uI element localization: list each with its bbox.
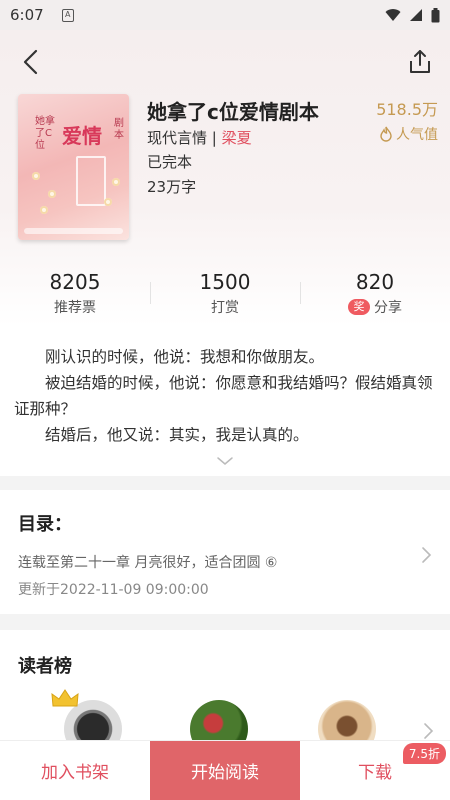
stat-recommend[interactable]: 8205 推荐票 xyxy=(0,270,150,326)
start-reading-button[interactable]: 开始阅读 xyxy=(150,741,300,800)
update-time: 更新于2022-11-09 09:00:00 xyxy=(18,582,209,598)
cover-side-text-2: 剧本 xyxy=(114,118,124,141)
meta-separator: | xyxy=(207,129,222,147)
book-word-count: 23万字 xyxy=(147,178,197,196)
reward-badge: 奖 xyxy=(348,299,370,315)
add-to-shelf-button[interactable]: 加入书架 xyxy=(0,741,150,800)
readers-heading: 读者榜 xyxy=(18,656,72,677)
stat-value: 820 xyxy=(355,270,395,294)
table-of-contents[interactable]: 目录： 连载至第二十一章 月亮很好，适合团圆 ⑥ 更新于2022-11-09 0… xyxy=(0,490,450,614)
book-cover[interactable]: 她拿了C位 爱情 剧本 xyxy=(18,94,129,240)
synopsis-paragraph: 被迫结婚的时候，他说：你愿意和我结婚吗？假结婚真领证那种？ xyxy=(14,374,433,418)
book-category[interactable]: 现代言情 xyxy=(147,129,207,147)
cover-flower xyxy=(32,172,40,180)
popularity-label-row: 人气值 xyxy=(376,124,438,144)
battery-icon xyxy=(431,7,440,22)
latest-chapter[interactable]: 连载至第二十一章 月亮很好，适合团圆 ⑥ xyxy=(18,552,277,572)
status-bar: 6:07 A xyxy=(0,0,450,30)
chevron-right-icon[interactable] xyxy=(420,546,432,564)
expand-chevron-icon[interactable] xyxy=(216,456,234,466)
signal-icon xyxy=(410,9,422,21)
download-label: 下载 xyxy=(358,763,392,783)
wifi-icon xyxy=(385,9,401,21)
synopsis-paragraph: 结婚后，他又说：其实，我是认真的。 xyxy=(45,426,309,444)
book-author[interactable]: 梁夏 xyxy=(222,129,252,147)
cover-flower xyxy=(104,198,112,206)
popularity-label: 人气值 xyxy=(396,127,438,143)
stat-label: 打赏 xyxy=(211,300,239,316)
stat-value: 1500 xyxy=(199,270,251,294)
download-button[interactable]: 下载 7.5折 xyxy=(300,741,450,800)
bottom-action-bar: 加入书架 开始阅读 下载 7.5折 xyxy=(0,740,450,800)
cover-title-text: 爱情 xyxy=(62,124,102,148)
discount-badge: 7.5折 xyxy=(402,743,446,764)
book-header: 她拿了C位 爱情 剧本 她拿了c位爱情剧本 现代言情 | 梁夏 已完本 23万字… xyxy=(0,30,450,326)
cover-flower xyxy=(112,178,120,186)
book-stats: 8205 推荐票 1500 打赏 820 奖 分享 xyxy=(0,270,450,326)
cover-side-text: 她拿了C位 xyxy=(35,116,55,151)
status-icons xyxy=(385,7,440,23)
popularity-block: 518.5万 人气值 xyxy=(376,96,438,144)
cover-footer-strip xyxy=(24,228,123,234)
notification-icon: A xyxy=(61,8,74,22)
crown-icon xyxy=(51,689,79,707)
chevron-right-icon[interactable] xyxy=(422,722,434,740)
cover-flower xyxy=(48,190,56,198)
toc-heading: 目录： xyxy=(18,514,72,535)
book-title: 她拿了c位爱情剧本 xyxy=(147,100,319,124)
stat-value: 8205 xyxy=(49,270,101,294)
book-category-author: 现代言情 | 梁夏 xyxy=(147,127,252,148)
stat-label: 推荐票 xyxy=(54,300,96,316)
flame-icon xyxy=(380,126,392,142)
book-status: 已完本 xyxy=(147,153,193,171)
stat-label: 奖 分享 xyxy=(300,297,450,317)
synopsis-paragraph: 刚认识的时候，他说：我想和你做朋友。 xyxy=(45,348,325,366)
cover-flower xyxy=(40,206,48,214)
stat-share[interactable]: 820 奖 分享 xyxy=(300,270,450,326)
status-time: 6:07 xyxy=(10,6,44,24)
share-icon[interactable] xyxy=(406,48,434,76)
cover-window-illustration xyxy=(76,156,106,206)
popularity-value: 518.5万 xyxy=(376,100,438,119)
synopsis[interactable]: 刚认识的时候，他说：我想和你做朋友。 被迫结婚的时候，他说：你愿意和我结婚吗？假… xyxy=(0,326,450,476)
back-arrow-icon[interactable] xyxy=(18,48,46,76)
stat-reward[interactable]: 1500 打赏 xyxy=(150,270,300,326)
